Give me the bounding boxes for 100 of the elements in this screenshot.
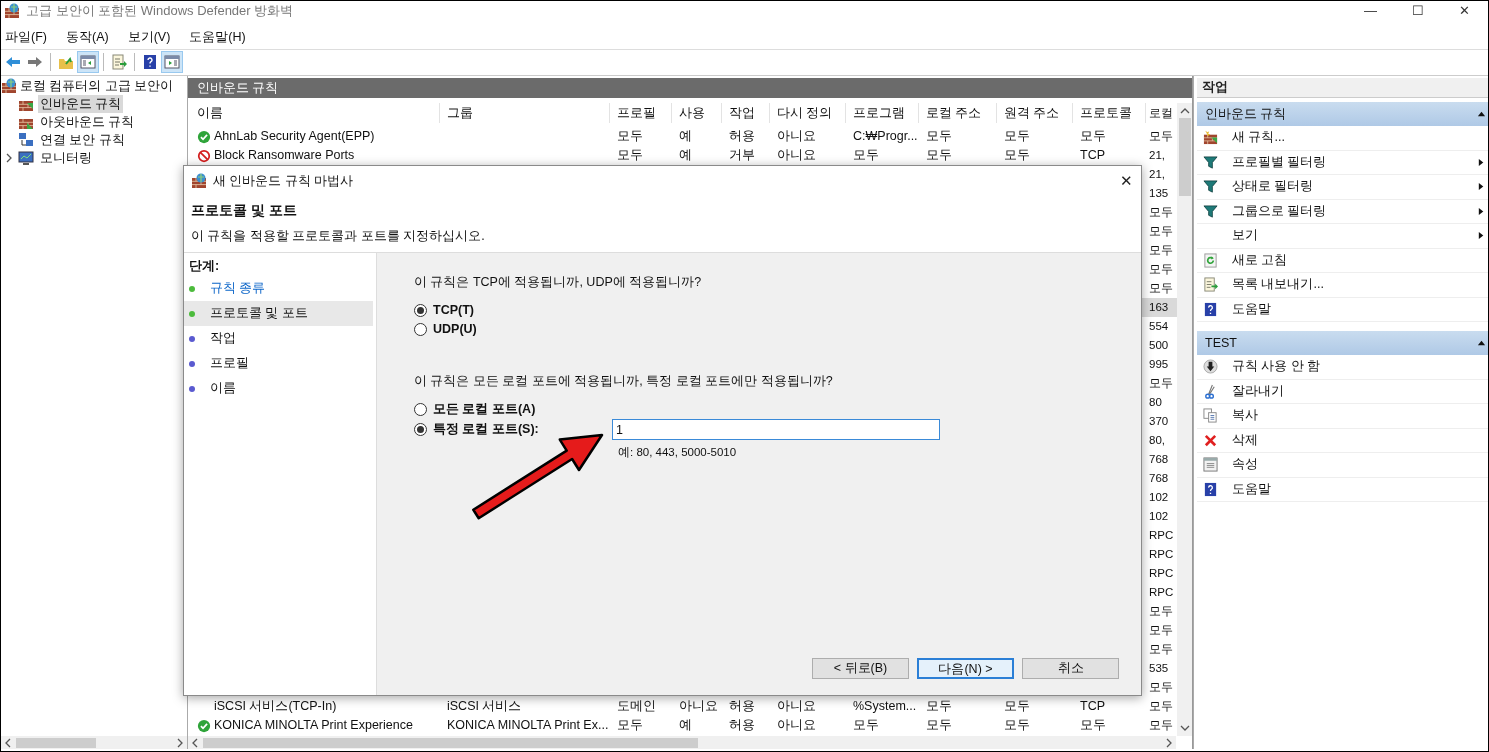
close-button[interactable]: ✕	[1111, 169, 1141, 193]
radio-button[interactable]	[414, 304, 427, 317]
table-row[interactable]: Block Ransomware Ports 모두 예 거부 아니요 모두 모두 모두 TCP 21,	[190, 146, 1177, 165]
column-header[interactable]: 작업	[729, 103, 755, 123]
dialog-button[interactable]: 취소	[1022, 658, 1119, 679]
action-link[interactable]: 도움말	[1232, 479, 1486, 499]
action-link[interactable]: 속성	[1232, 455, 1486, 475]
panel-icon	[164, 53, 180, 70]
table-cell-text: 500	[1149, 337, 1169, 353]
maximize-button[interactable]: ☐	[1394, 1, 1441, 21]
scrollbar-thumb[interactable]	[16, 737, 96, 748]
refresh-icon	[1203, 252, 1218, 268]
radio-label[interactable]: UDP(U)	[433, 320, 477, 339]
wizard-step[interactable]: 프로토콜 및 포트	[184, 301, 373, 326]
column-header[interactable]: 프로필	[617, 103, 656, 123]
tree-item[interactable]: 로컬 컴퓨터의 고급 보안이	[19, 76, 175, 96]
table-cell-text: 모두	[1080, 128, 1106, 146]
table-cell-text: 모두	[1004, 717, 1030, 735]
copy-icon	[1203, 408, 1218, 424]
scroll-down-icon[interactable]	[1179, 723, 1190, 733]
table-cell-text: 모두	[1149, 204, 1173, 220]
scroll-left-icon[interactable]	[3, 737, 13, 748]
submenu-arrow-icon	[1477, 182, 1486, 192]
dialog-button[interactable]: 다음(N) >	[917, 658, 1014, 679]
minimize-button[interactable]: —	[1347, 1, 1394, 21]
column-header[interactable]: 로컬 주소	[926, 103, 982, 123]
menu-item[interactable]: 동작(A)	[61, 27, 113, 47]
column-header[interactable]: 그룹	[447, 103, 473, 123]
radio-button[interactable]	[414, 423, 427, 436]
action-link[interactable]: 도움말	[1232, 299, 1486, 319]
export-icon	[111, 53, 127, 70]
column-header[interactable]: 원격 주소	[1004, 103, 1060, 123]
submenu-arrow-icon	[1477, 231, 1486, 241]
table-cell-text: 모두	[1149, 679, 1173, 695]
vertical-scrollbar[interactable]	[1177, 103, 1192, 736]
horizontal-scrollbar[interactable]	[1, 736, 187, 749]
action-link[interactable]: 보기	[1232, 226, 1463, 246]
help-icon	[1203, 481, 1218, 497]
help-icon	[142, 53, 158, 70]
wizard-step[interactable]: 프로필	[184, 351, 373, 376]
tree-item[interactable]: 아웃바운드 규칙	[38, 112, 137, 132]
dialog-button[interactable]: < 뒤로(B)	[812, 658, 909, 679]
table-cell-text: 모두	[926, 128, 952, 146]
action-link[interactable]: 복사	[1232, 406, 1486, 426]
scroll-up-icon[interactable]	[1179, 106, 1190, 116]
tree-item[interactable]: 모니터링	[38, 148, 94, 168]
table-row[interactable]: iSCSI 서비스(TCP-In) iSCSI 서비스 도메인 아니요 허용 아니요 %System... 모두 모두 TCP 모두	[190, 697, 1177, 716]
scroll-right-icon[interactable]	[1164, 737, 1174, 748]
question-text: 이 규칙은 모든 로컬 포트에 적용됩니까, 특정 로컬 포트에만 적용됩니까?	[414, 373, 834, 390]
column-header[interactable]: 이름	[197, 103, 223, 123]
section-header[interactable]: TEST	[1197, 331, 1488, 355]
action-link[interactable]: 삭제	[1232, 430, 1486, 450]
scrollbar-thumb[interactable]	[203, 737, 698, 748]
menu-item[interactable]: 보기(V)	[123, 27, 175, 47]
table-cell-text: iSCSI 서비스(TCP-In)	[214, 698, 337, 716]
horizontal-scrollbar[interactable]	[188, 736, 1176, 749]
scroll-left-icon[interactable]	[190, 737, 200, 748]
table-row[interactable]: KONICA MINOLTA Print Experience KONICA MINOLTA Print Ex... 모두 예 허용 아니요 모두 모두 모두 모두 모두	[190, 716, 1177, 735]
tree-item[interactable]: 인바운드 규칙	[38, 94, 124, 114]
table-cell-text: 모두	[617, 717, 643, 735]
wizard-step[interactable]: 이름	[184, 376, 373, 401]
table-cell-text: RPC	[1149, 565, 1174, 581]
table-row[interactable]: AhnLab Security Agent(EPP) 모두 예 허용 아니요 C:₩Progr... 모두 모두 모두 모두	[190, 127, 1177, 146]
firewall-icon	[1203, 130, 1218, 146]
radio-label[interactable]: 모든 로컬 포트(A)	[433, 400, 536, 419]
action-link[interactable]: 그룹으로 필터링	[1232, 201, 1463, 221]
radio-button[interactable]	[414, 403, 427, 416]
radio-button[interactable]	[414, 323, 427, 336]
column-header[interactable]: 다시 정의	[777, 103, 833, 123]
port-input-field[interactable]: 1	[612, 419, 940, 440]
column-header[interactable]: 프로토콜	[1080, 103, 1132, 123]
filter-icon	[1203, 154, 1218, 170]
scroll-right-icon[interactable]	[175, 737, 185, 748]
column-header[interactable]: 프로그램	[853, 103, 905, 123]
menu-item[interactable]: 파일(F)	[1, 27, 51, 47]
menu-item[interactable]: 도움말(H)	[185, 27, 250, 47]
action-link[interactable]: 새 규칙...	[1232, 128, 1486, 148]
expand-icon[interactable]	[4, 153, 14, 163]
action-link[interactable]: 잘라내기	[1232, 381, 1486, 401]
action-link[interactable]: 새로 고침	[1232, 250, 1486, 270]
section-header[interactable]: 인바운드 규칙	[1197, 102, 1488, 126]
action-link[interactable]: 상태로 필터링	[1232, 177, 1463, 197]
radio-label[interactable]: TCP(T)	[433, 301, 474, 320]
table-cell-text: RPC	[1149, 584, 1174, 600]
close-button[interactable]: ✕	[1441, 1, 1488, 21]
section-title: 인바운드 규칙	[1205, 105, 1287, 123]
tree-item[interactable]: 연결 보안 규칙	[38, 130, 127, 150]
scrollbar-thumb[interactable]	[1178, 118, 1191, 196]
radio-label[interactable]: 특정 로컬 포트(S):	[433, 420, 539, 439]
action-link[interactable]: 목록 내보내기...	[1232, 275, 1486, 295]
delete-icon	[1203, 432, 1218, 448]
wizard-step[interactable]: 작업	[184, 326, 373, 351]
table-cell-text: 모두	[853, 717, 879, 735]
filter-icon	[1203, 203, 1218, 219]
steps-title: 단계:	[188, 257, 221, 275]
wizard-step[interactable]: 규칙 종류	[184, 276, 373, 301]
column-header[interactable]: 로컬	[1149, 104, 1173, 122]
column-header[interactable]: 사용	[679, 103, 705, 123]
action-link[interactable]: 프로필별 필터링	[1232, 152, 1463, 172]
action-link[interactable]: 규칙 사용 안 함	[1232, 357, 1486, 377]
